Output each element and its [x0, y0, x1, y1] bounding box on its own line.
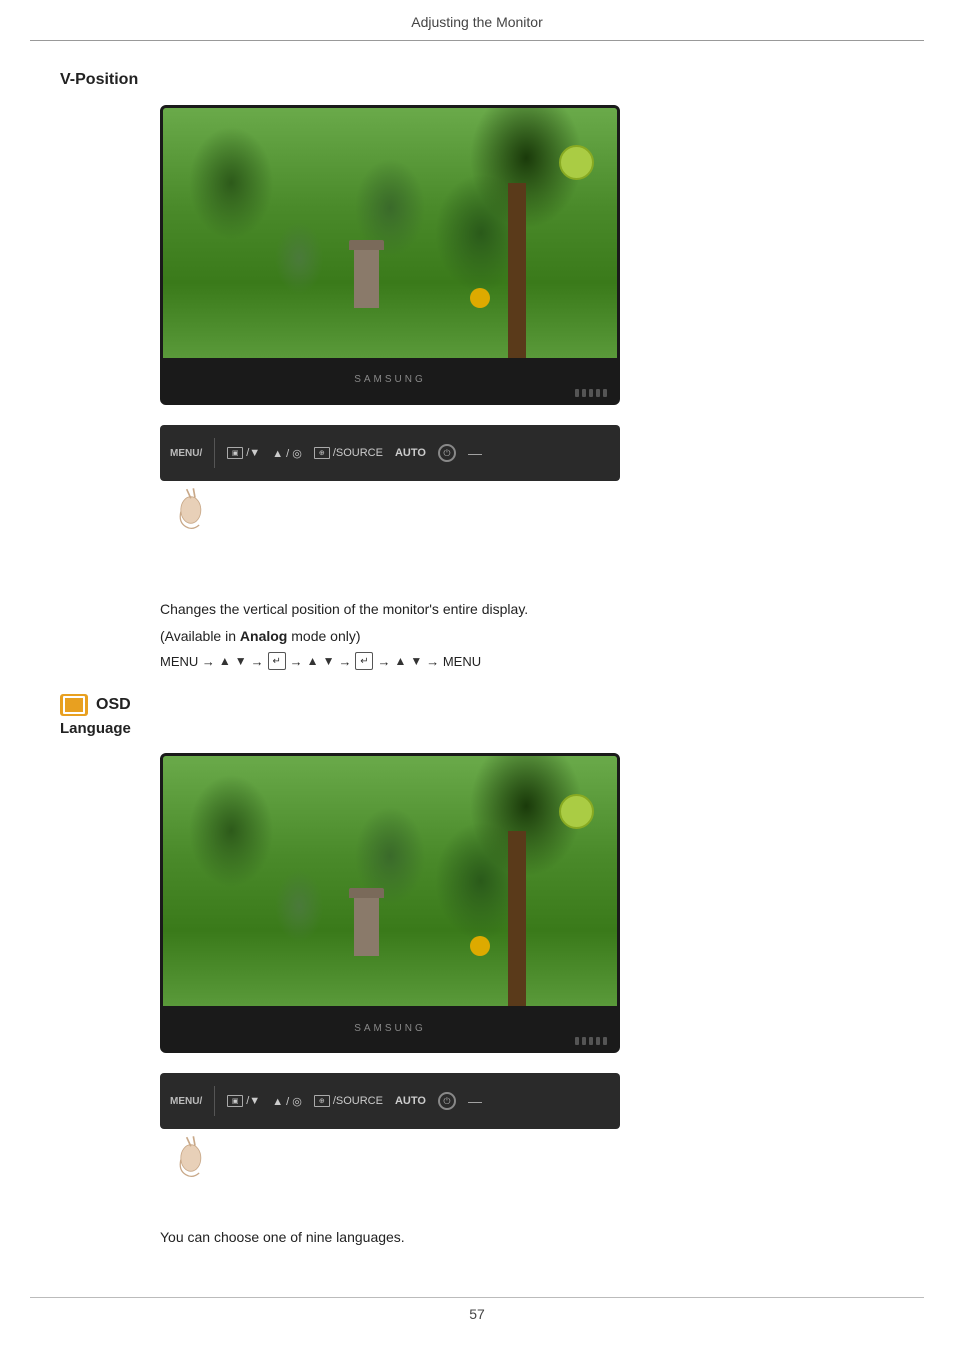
v-position-menu-path: MENU → ▲ ▼ → ↵ → ▲ ▼ → ↵ → ▲ ▼ → MENU	[160, 652, 914, 670]
ctrl-auto-label-2: AUTO	[395, 1095, 426, 1107]
tree-trunk-1	[508, 183, 526, 358]
ctrl-icon-4: ⊕	[314, 1095, 330, 1107]
pagoda-2	[354, 896, 379, 956]
osd-label: OSD	[96, 696, 131, 714]
ctrl-btn-2: ▲ / ◎	[272, 447, 302, 460]
monitor-bottom-bar-2: SAMSUNG	[163, 1006, 617, 1050]
content-area: V-Position SAMSUNG	[0, 41, 954, 1277]
hand-pointer-1	[170, 485, 220, 535]
control-bar-wrap-1: MENU/ ▣ /▼ ▲ / ◎ ⊕ /SOURCE AUTO ⏻ —	[160, 425, 914, 538]
monitor-buttons-1	[575, 389, 607, 397]
monitor-bottom-bar-1: SAMSUNG	[163, 358, 617, 402]
ctrl-dash-1: —	[468, 445, 482, 461]
control-bar-wrap-2: MENU/ ▣ /▼ ▲ / ◎ ⊕ /SOURCE AUTO ⏻ —	[160, 1073, 914, 1186]
enter-btn-2: ↵	[355, 652, 373, 670]
pagoda-1	[354, 248, 379, 308]
language-description: You can choose one of nine languages.	[160, 1226, 914, 1248]
analog-bold: Analog	[240, 628, 287, 644]
ctrl-icon-3: ▣	[227, 1095, 243, 1107]
monitor-buttons-2	[575, 1037, 607, 1045]
language-subheading: Language	[60, 720, 914, 737]
samsung-logo-1: SAMSUNG	[354, 374, 426, 385]
ctrl-icon-2: ⊕	[314, 447, 330, 459]
monitor-screen-2	[163, 756, 617, 1006]
v-position-description: Changes the vertical position of the mon…	[160, 598, 914, 620]
tree-trunk-2	[508, 831, 526, 1006]
monitor-image-2: SAMSUNG	[160, 753, 914, 1053]
ctrl-power-2: ⏻	[438, 1092, 456, 1110]
ctrl-menu-label-2: MENU/	[170, 1096, 202, 1107]
ctrl-btn-4: ▣ /▼	[227, 1095, 260, 1107]
v-position-available: (Available in Analog mode only)	[160, 628, 914, 644]
header-title: Adjusting the Monitor	[411, 14, 543, 30]
scene-background-1	[163, 108, 617, 358]
bottom-section: 57	[0, 1297, 954, 1330]
monitor-display-1: SAMSUNG	[160, 105, 620, 405]
control-bar-1: MENU/ ▣ /▼ ▲ / ◎ ⊕ /SOURCE AUTO ⏻ —	[160, 425, 620, 481]
ctrl-power-1: ⏻	[438, 444, 456, 462]
ctrl-separator-1	[214, 438, 215, 468]
control-bar-2: MENU/ ▣ /▼ ▲ / ◎ ⊕ /SOURCE AUTO ⏻ —	[160, 1073, 620, 1129]
hand-pointer-2	[170, 1133, 220, 1183]
ctrl-btn-5: ▲ / ◎	[272, 1095, 302, 1108]
circle-decoration-2	[559, 794, 594, 829]
enter-btn-1: ↵	[268, 652, 286, 670]
page-header: Adjusting the Monitor	[30, 0, 924, 41]
ctrl-icon-1: ▣	[227, 447, 243, 459]
osd-icon	[60, 694, 88, 716]
ctrl-btn-6: ⊕ /SOURCE	[314, 1095, 383, 1107]
scene-background-2	[163, 756, 617, 1006]
ctrl-btn-3: ⊕ /SOURCE	[314, 447, 383, 459]
v-position-heading: V-Position	[60, 71, 914, 89]
ctrl-dash-2: —	[468, 1093, 482, 1109]
monitor-screen-1	[163, 108, 617, 358]
yellow-ball-1	[470, 288, 490, 308]
monitor-display-2: SAMSUNG	[160, 753, 620, 1053]
ctrl-separator-2	[214, 1086, 215, 1116]
osd-section-heading: OSD	[60, 694, 914, 716]
ctrl-auto-label-1: AUTO	[395, 447, 426, 459]
page-container: Adjusting the Monitor V-Position SAMSUNG	[0, 0, 954, 1350]
page-number: 57	[0, 1298, 954, 1330]
ctrl-btn-1: ▣ /▼	[227, 447, 260, 459]
monitor-image-1: SAMSUNG	[160, 105, 914, 405]
ctrl-menu-label-1: MENU/	[170, 448, 202, 459]
samsung-logo-2: SAMSUNG	[354, 1023, 426, 1034]
